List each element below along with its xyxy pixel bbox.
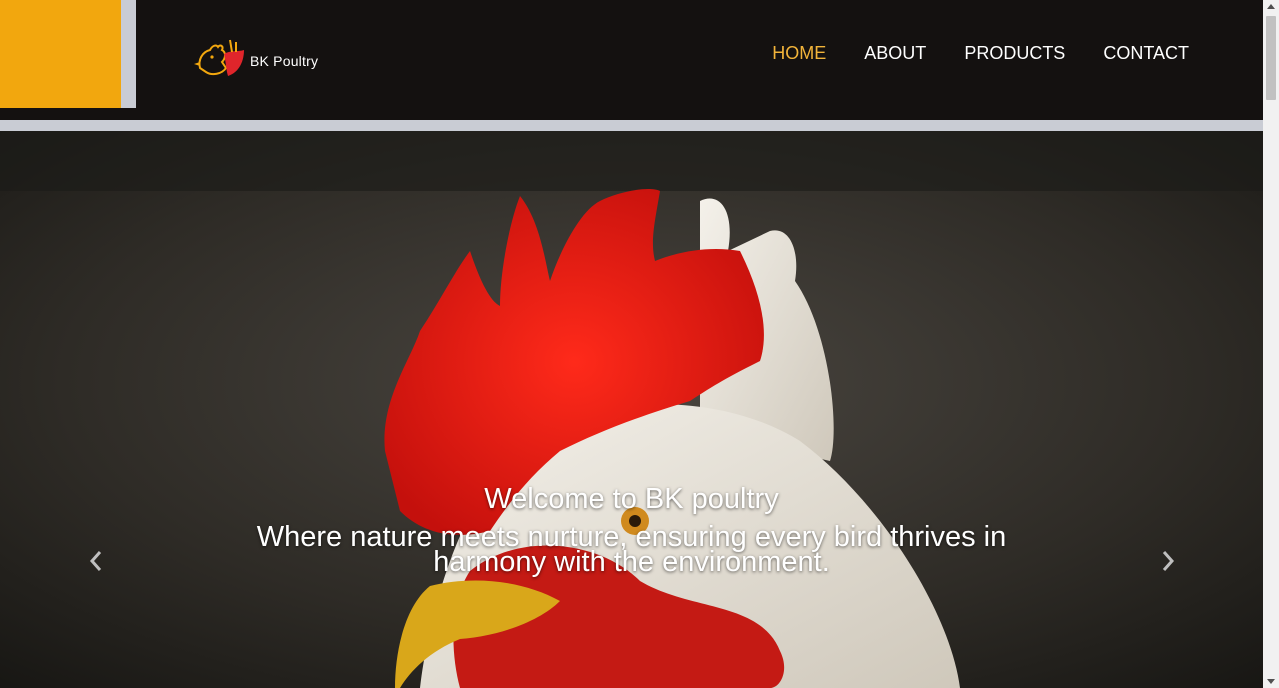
nav-home[interactable]: HOME [772, 42, 826, 64]
main-nav: HOME ABOUT PRODUCTS CONTACT [772, 42, 1189, 64]
site-header: BK Poultry HOME ABOUT PRODUCTS CONTACT [0, 0, 1263, 120]
carousel-next-button[interactable] [1156, 549, 1180, 577]
hero-title: Welcome to BK poultry [484, 483, 779, 515]
page-scrollbar[interactable] [1263, 0, 1279, 688]
carousel-prev-button[interactable] [84, 549, 108, 577]
header-accent-block [0, 0, 121, 108]
nav-contact[interactable]: CONTACT [1103, 42, 1189, 64]
rooster-icon [192, 38, 246, 84]
scrollbar-thumb[interactable] [1266, 16, 1276, 100]
brand-logo[interactable]: BK Poultry [192, 38, 318, 84]
nav-about[interactable]: ABOUT [864, 42, 926, 64]
hero-caption: Welcome to BK poultry Where nature meets… [0, 481, 1263, 578]
hero-subtitle: Where nature meets nurture, ensuring eve… [256, 521, 1007, 578]
scroll-down-arrow-icon[interactable] [1267, 679, 1275, 684]
chevron-right-icon [1161, 550, 1175, 577]
hero-image-rooster [0, 131, 1263, 688]
brand-name: BK Poultry [250, 53, 319, 69]
nav-products[interactable]: PRODUCTS [964, 42, 1065, 64]
scroll-up-arrow-icon[interactable] [1267, 4, 1275, 9]
header-divider [0, 120, 1263, 131]
header-accent-strip [121, 0, 136, 108]
chevron-left-icon [89, 550, 103, 577]
hero-carousel: Welcome to BK poultry Where nature meets… [0, 131, 1263, 688]
